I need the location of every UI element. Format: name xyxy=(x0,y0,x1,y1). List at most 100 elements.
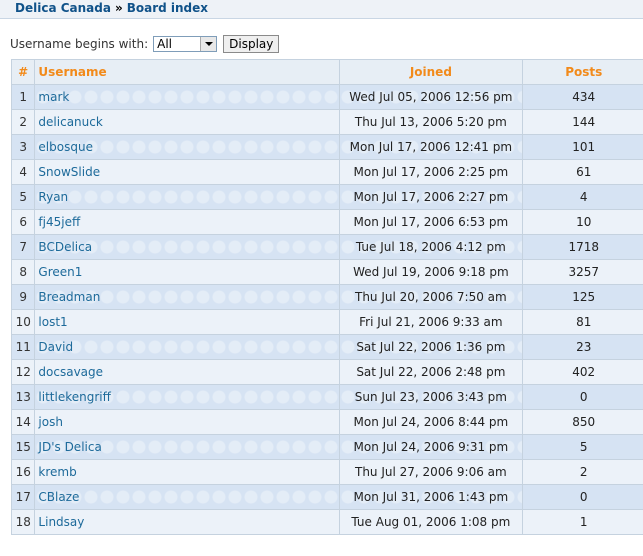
breadcrumb-site-link[interactable]: Delica Canada xyxy=(15,1,111,15)
username-cell: BCDelica xyxy=(35,235,340,259)
column-header-num[interactable]: # xyxy=(12,60,35,84)
username-link[interactable]: JD's Delica xyxy=(38,440,101,454)
row-number: 14 xyxy=(12,410,35,434)
table-row: 9 Breadman Thu Jul 20, 2006 7:50 am 125 xyxy=(12,285,643,309)
table-row: 8 Green1 Wed Jul 19, 2006 9:18 pm 3257 xyxy=(12,260,643,284)
row-number: 10 xyxy=(12,310,35,334)
table-row: 12 docsavage Sat Jul 22, 2006 2:48 pm 402 xyxy=(12,360,643,384)
table-row: 3 elbosque Mon Jul 17, 2006 12:41 pm 101 xyxy=(12,135,643,159)
username-cell: josh xyxy=(35,410,340,434)
username-cell: mark xyxy=(35,85,340,109)
column-header-username[interactable]: Username xyxy=(35,60,340,84)
select-value: All xyxy=(157,37,173,51)
table-row: 5 Ryan Mon Jul 17, 2006 2:27 pm 4 xyxy=(12,185,643,209)
joined-date: Sat Jul 22, 2006 1:36 pm xyxy=(340,335,522,359)
post-count: 850 xyxy=(522,410,643,434)
username-link[interactable]: kremb xyxy=(38,465,76,479)
joined-date: Tue Aug 01, 2006 1:08 pm xyxy=(340,510,522,534)
username-link[interactable]: docsavage xyxy=(38,365,103,379)
row-number: 5 xyxy=(12,185,35,209)
joined-date: Mon Jul 17, 2006 6:53 pm xyxy=(340,210,522,234)
row-number: 12 xyxy=(12,360,35,384)
member-list-table: # Username Joined Posts 1 mark Wed Jul 05,… xyxy=(11,59,643,535)
table-row: 18 Lindsay Tue Aug 01, 2006 1:08 pm 1 xyxy=(12,510,643,534)
row-number: 1 xyxy=(12,85,35,109)
username-link[interactable]: Green1 xyxy=(38,265,82,279)
username-cell: kremb xyxy=(35,460,340,484)
row-number: 4 xyxy=(12,160,35,184)
table-row: 10 lost1 Fri Jul 21, 2006 9:33 am 81 xyxy=(12,310,643,334)
username-link[interactable]: elbosque xyxy=(38,140,93,154)
username-filter: Username begins with: All Display xyxy=(10,35,280,53)
username-link[interactable]: delicanuck xyxy=(38,115,102,129)
row-number: 2 xyxy=(12,110,35,134)
post-count: 402 xyxy=(522,360,643,384)
joined-date: Wed Jul 19, 2006 9:18 pm xyxy=(340,260,522,284)
username-link[interactable]: CBlaze xyxy=(38,490,79,504)
username-link[interactable]: SnowSlide xyxy=(38,165,100,179)
joined-date: Sat Jul 22, 2006 2:48 pm xyxy=(340,360,522,384)
username-link[interactable]: fj45jeff xyxy=(38,215,80,229)
joined-date: Thu Jul 13, 2006 5:20 pm xyxy=(340,110,522,134)
table-row: 17 CBlaze Mon Jul 31, 2006 1:43 pm 0 xyxy=(12,485,643,509)
filter-label: Username begins with: xyxy=(10,37,149,51)
table-row: 16 kremb Thu Jul 27, 2006 9:06 am 2 xyxy=(12,460,643,484)
username-cell: Lindsay xyxy=(35,510,340,534)
username-link[interactable]: littlekengriff xyxy=(38,390,110,404)
username-cell: delicanuck xyxy=(35,110,340,134)
row-number: 7 xyxy=(12,235,35,259)
username-cell: JD's Delica xyxy=(35,435,340,459)
username-link[interactable]: lost1 xyxy=(38,315,67,329)
username-link[interactable]: josh xyxy=(38,415,63,429)
joined-date: Mon Jul 17, 2006 2:25 pm xyxy=(340,160,522,184)
joined-date: Sun Jul 23, 2006 3:43 pm xyxy=(340,385,522,409)
chevron-down-icon[interactable] xyxy=(200,37,217,51)
row-number: 8 xyxy=(12,260,35,284)
post-count: 3257 xyxy=(522,260,643,284)
table-header-row: # Username Joined Posts xyxy=(12,60,643,84)
breadcrumb-board-index-link[interactable]: Board index xyxy=(127,1,208,15)
joined-date: Mon Jul 24, 2006 9:31 pm xyxy=(340,435,522,459)
username-cell: lost1 xyxy=(35,310,340,334)
row-number: 18 xyxy=(12,510,35,534)
username-link[interactable]: David xyxy=(38,340,73,354)
row-number: 11 xyxy=(12,335,35,359)
column-header-joined[interactable]: Joined xyxy=(340,60,522,84)
table-row: 4 SnowSlide Mon Jul 17, 2006 2:25 pm 61 xyxy=(12,160,643,184)
username-cell: Ryan xyxy=(35,185,340,209)
breadcrumb: Delica Canada» Board index xyxy=(15,0,208,16)
post-count: 434 xyxy=(522,85,643,109)
column-header-posts[interactable]: Posts xyxy=(522,60,643,84)
joined-date: Mon Jul 17, 2006 2:27 pm xyxy=(340,185,522,209)
joined-date: Tue Jul 18, 2006 4:12 pm xyxy=(340,235,522,259)
row-number: 16 xyxy=(12,460,35,484)
post-count: 10 xyxy=(522,210,643,234)
username-link[interactable]: Ryan xyxy=(38,190,68,204)
username-letter-select[interactable]: All xyxy=(153,36,218,52)
display-button[interactable]: Display xyxy=(223,35,280,53)
post-count: 5 xyxy=(522,435,643,459)
username-cell: elbosque xyxy=(35,135,340,159)
joined-date: Mon Jul 24, 2006 8:44 pm xyxy=(340,410,522,434)
username-link[interactable]: mark xyxy=(38,90,69,104)
username-cell: Green1 xyxy=(35,260,340,284)
joined-date: Thu Jul 27, 2006 9:06 am xyxy=(340,460,522,484)
table-row: 13 littlekengriff Sun Jul 23, 2006 3:43 pm… xyxy=(12,385,643,409)
username-cell: David xyxy=(35,335,340,359)
username-cell: docsavage xyxy=(35,360,340,384)
table-row: 11 David Sat Jul 22, 2006 1:36 pm 23 xyxy=(12,335,643,359)
table-row: 2 delicanuck Thu Jul 13, 2006 5:20 pm 144 xyxy=(12,110,643,134)
joined-date: Thu Jul 20, 2006 7:50 am xyxy=(340,285,522,309)
username-link[interactable]: BCDelica xyxy=(38,240,92,254)
row-number: 13 xyxy=(12,385,35,409)
post-count: 2 xyxy=(522,460,643,484)
username-cell: littlekengriff xyxy=(35,385,340,409)
joined-date: Mon Jul 31, 2006 1:43 pm xyxy=(340,485,522,509)
post-count: 4 xyxy=(522,185,643,209)
table-row: 6 fj45jeff Mon Jul 17, 2006 6:53 pm 10 xyxy=(12,210,643,234)
username-link[interactable]: Breadman xyxy=(38,290,100,304)
username-cell: CBlaze xyxy=(35,485,340,509)
username-link[interactable]: Lindsay xyxy=(38,515,84,529)
joined-date: Fri Jul 21, 2006 9:33 am xyxy=(340,310,522,334)
row-number: 9 xyxy=(12,285,35,309)
